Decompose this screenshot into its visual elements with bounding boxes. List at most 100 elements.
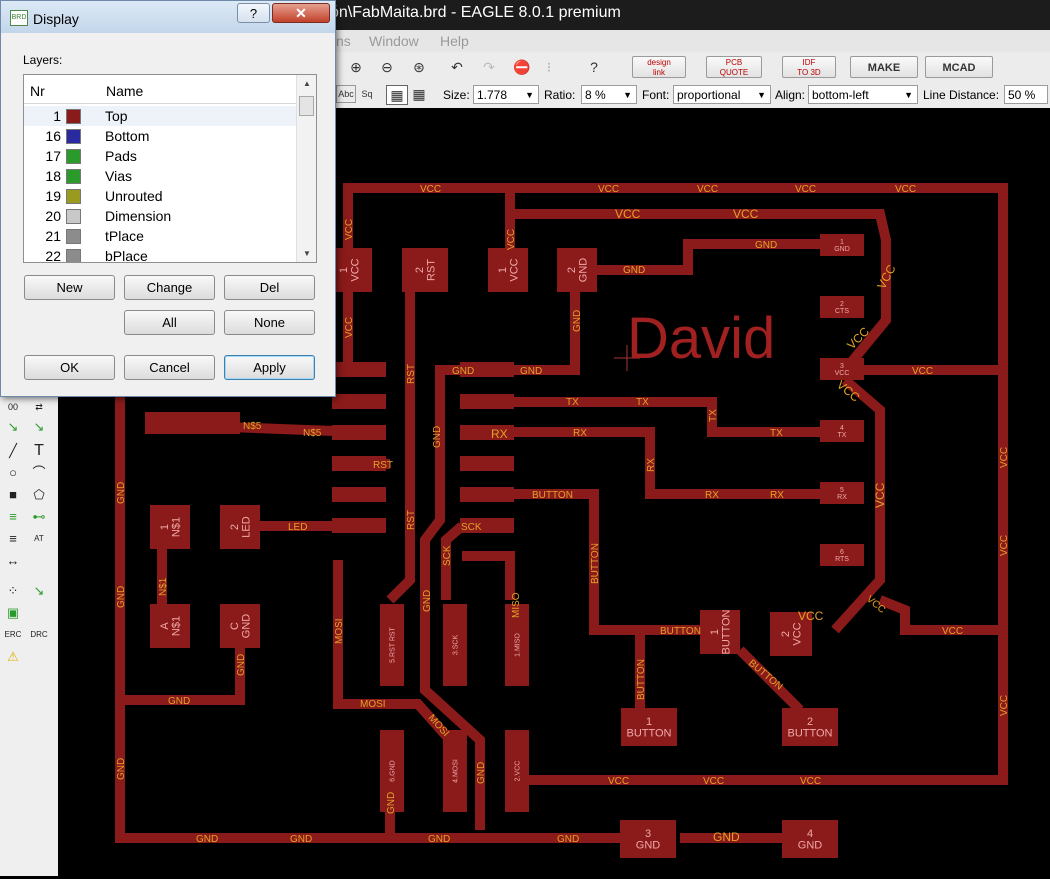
new-button[interactable]: New: [24, 275, 115, 300]
chevron-down-icon: ▼: [757, 90, 766, 100]
autorouter-icon[interactable]: ↘: [30, 582, 48, 600]
layer-row[interactable]: 21 tPlace: [24, 226, 296, 246]
label-tx: TX: [708, 409, 719, 422]
erc-icon[interactable]: ERC: [4, 626, 22, 644]
trace-miso: [462, 551, 515, 600]
ripup-icon[interactable]: ↘: [30, 418, 48, 436]
help-button[interactable]: ?: [237, 3, 270, 23]
optimize-icon[interactable]: ▣: [4, 604, 22, 622]
align-label: Align:: [775, 88, 806, 102]
zoom-in-icon[interactable]: ⊕: [347, 58, 365, 76]
label-vcc: VCC: [873, 482, 887, 508]
circle-icon[interactable]: ○: [4, 464, 22, 482]
change-button[interactable]: Change: [124, 275, 215, 300]
layer-row[interactable]: 20 Dimension: [24, 206, 296, 226]
stop-icon[interactable]: ⛔: [513, 58, 531, 76]
scroll-down-icon[interactable]: ▼: [297, 245, 316, 262]
label-gnd: GND: [557, 834, 579, 845]
pcb-quote-button[interactable]: PCB QUOTE: [706, 56, 762, 78]
attribute-icon[interactable]: AT: [30, 530, 48, 548]
scroll-thumb[interactable]: [299, 96, 314, 116]
ok-button[interactable]: OK: [24, 355, 115, 380]
polygon-icon[interactable]: ⬠: [30, 486, 48, 504]
undo-icon[interactable]: ↶: [448, 58, 466, 76]
design-link-button[interactable]: design link: [632, 56, 686, 78]
layer-number: 19: [45, 188, 61, 204]
route-icon[interactable]: ↘: [4, 418, 22, 436]
ic-pad-l2: [332, 394, 386, 409]
size-select[interactable]: 1.778 ▼: [473, 85, 539, 104]
menu-item-partial[interactable]: ns: [336, 33, 351, 49]
layers-list[interactable]: Nr Name 1 Top 16 Bottom 17 Pads 18 Vias 19 Unrout…: [23, 74, 317, 263]
label-gnd: GND: [476, 762, 487, 784]
label-tx: TX: [636, 397, 649, 408]
grid-icon[interactable]: ▦: [386, 85, 408, 105]
go-icon[interactable]: ⁝: [540, 58, 558, 76]
font-select[interactable]: proportional ▼: [673, 85, 771, 104]
make-button[interactable]: MAKE: [850, 56, 918, 78]
label-gnd: GND: [196, 834, 218, 845]
ratsnest-icon[interactable]: ⁘: [4, 582, 22, 600]
close-button[interactable]: ✕: [272, 3, 330, 23]
text-sq-icon[interactable]: Sq: [358, 85, 376, 103]
size-label: Size:: [443, 88, 470, 102]
layer-number: 17: [45, 148, 61, 164]
pad-label-isp3: 3.SCK: [452, 635, 459, 656]
menu-item-help[interactable]: Help: [440, 33, 469, 49]
label-vcc: VCC: [800, 776, 821, 787]
idf-to-3d-button[interactable]: IDF TO 3D: [782, 56, 836, 78]
label-gnd: GND: [428, 834, 450, 845]
zoom-out-icon[interactable]: ⊖: [378, 58, 396, 76]
dialog-title-bar[interactable]: BRD Display ? ✕: [1, 1, 335, 33]
redo-icon[interactable]: ↷: [480, 58, 498, 76]
wire-icon[interactable]: ╱: [4, 442, 22, 460]
line-distance-select[interactable]: 50 %: [1004, 85, 1048, 104]
hole-icon[interactable]: ≡: [4, 530, 22, 548]
menu-item-window[interactable]: Window: [369, 33, 419, 49]
label-vcc: VCC: [697, 184, 718, 195]
signal-icon[interactable]: ⊷: [30, 508, 48, 526]
align-select[interactable]: bottom-left ▼: [808, 85, 918, 104]
layer-color-swatch: [66, 209, 81, 224]
all-button[interactable]: All: [124, 310, 215, 335]
layer-row[interactable]: 18 Vias: [24, 166, 296, 186]
via-icon[interactable]: ≡: [4, 508, 22, 526]
apply-button[interactable]: Apply: [224, 355, 315, 380]
layer-row[interactable]: 16 Bottom: [24, 126, 296, 146]
zoom-select-icon[interactable]: ⊛: [410, 58, 428, 76]
mcad-button[interactable]: MCAD: [925, 56, 993, 78]
layer-number: 22: [45, 248, 61, 263]
board-name-text[interactable]: David: [627, 306, 775, 371]
arc-icon[interactable]: ⌒: [30, 464, 48, 482]
col-nr[interactable]: Nr: [30, 83, 45, 99]
label-rx: RX: [705, 490, 719, 501]
ic-pad-l6: [332, 518, 386, 533]
layer-row[interactable]: 1 Top: [24, 106, 296, 126]
rectangle-icon[interactable]: ■: [4, 486, 22, 504]
label-vcc: VCC: [942, 626, 963, 637]
layer-row[interactable]: 22 bPlace: [24, 246, 296, 263]
del-button[interactable]: Del: [224, 275, 315, 300]
trace-rst: [386, 290, 415, 604]
scroll-up-icon[interactable]: ▲: [297, 75, 316, 92]
font-value: proportional: [677, 88, 741, 102]
drc-icon[interactable]: DRC: [30, 626, 48, 644]
none-button[interactable]: None: [224, 310, 315, 335]
warning-icon[interactable]: ⚠: [4, 648, 22, 666]
text-abc-icon[interactable]: Abc: [336, 85, 356, 103]
label-vcc: VCC: [999, 447, 1010, 468]
dimension-icon[interactable]: ↔: [4, 552, 22, 570]
col-name[interactable]: Name: [106, 83, 143, 99]
label-mosi: MOSI: [334, 618, 345, 644]
gate-swap-icon[interactable]: ⇄: [30, 398, 48, 416]
ratio-select[interactable]: 8 % ▼: [581, 85, 637, 104]
help-icon[interactable]: ?: [585, 58, 603, 76]
layer-row[interactable]: 17 Pads: [24, 146, 296, 166]
layers-scrollbar[interactable]: ▲ ▼: [296, 75, 316, 262]
layer-row[interactable]: 19 Unrouted: [24, 186, 296, 206]
pin-swap-icon[interactable]: 00: [4, 398, 22, 416]
layer-color-swatch: [66, 129, 81, 144]
cancel-button[interactable]: Cancel: [124, 355, 215, 380]
grid-alt-icon[interactable]: ▦: [410, 85, 428, 103]
text-icon[interactable]: T: [30, 442, 48, 460]
